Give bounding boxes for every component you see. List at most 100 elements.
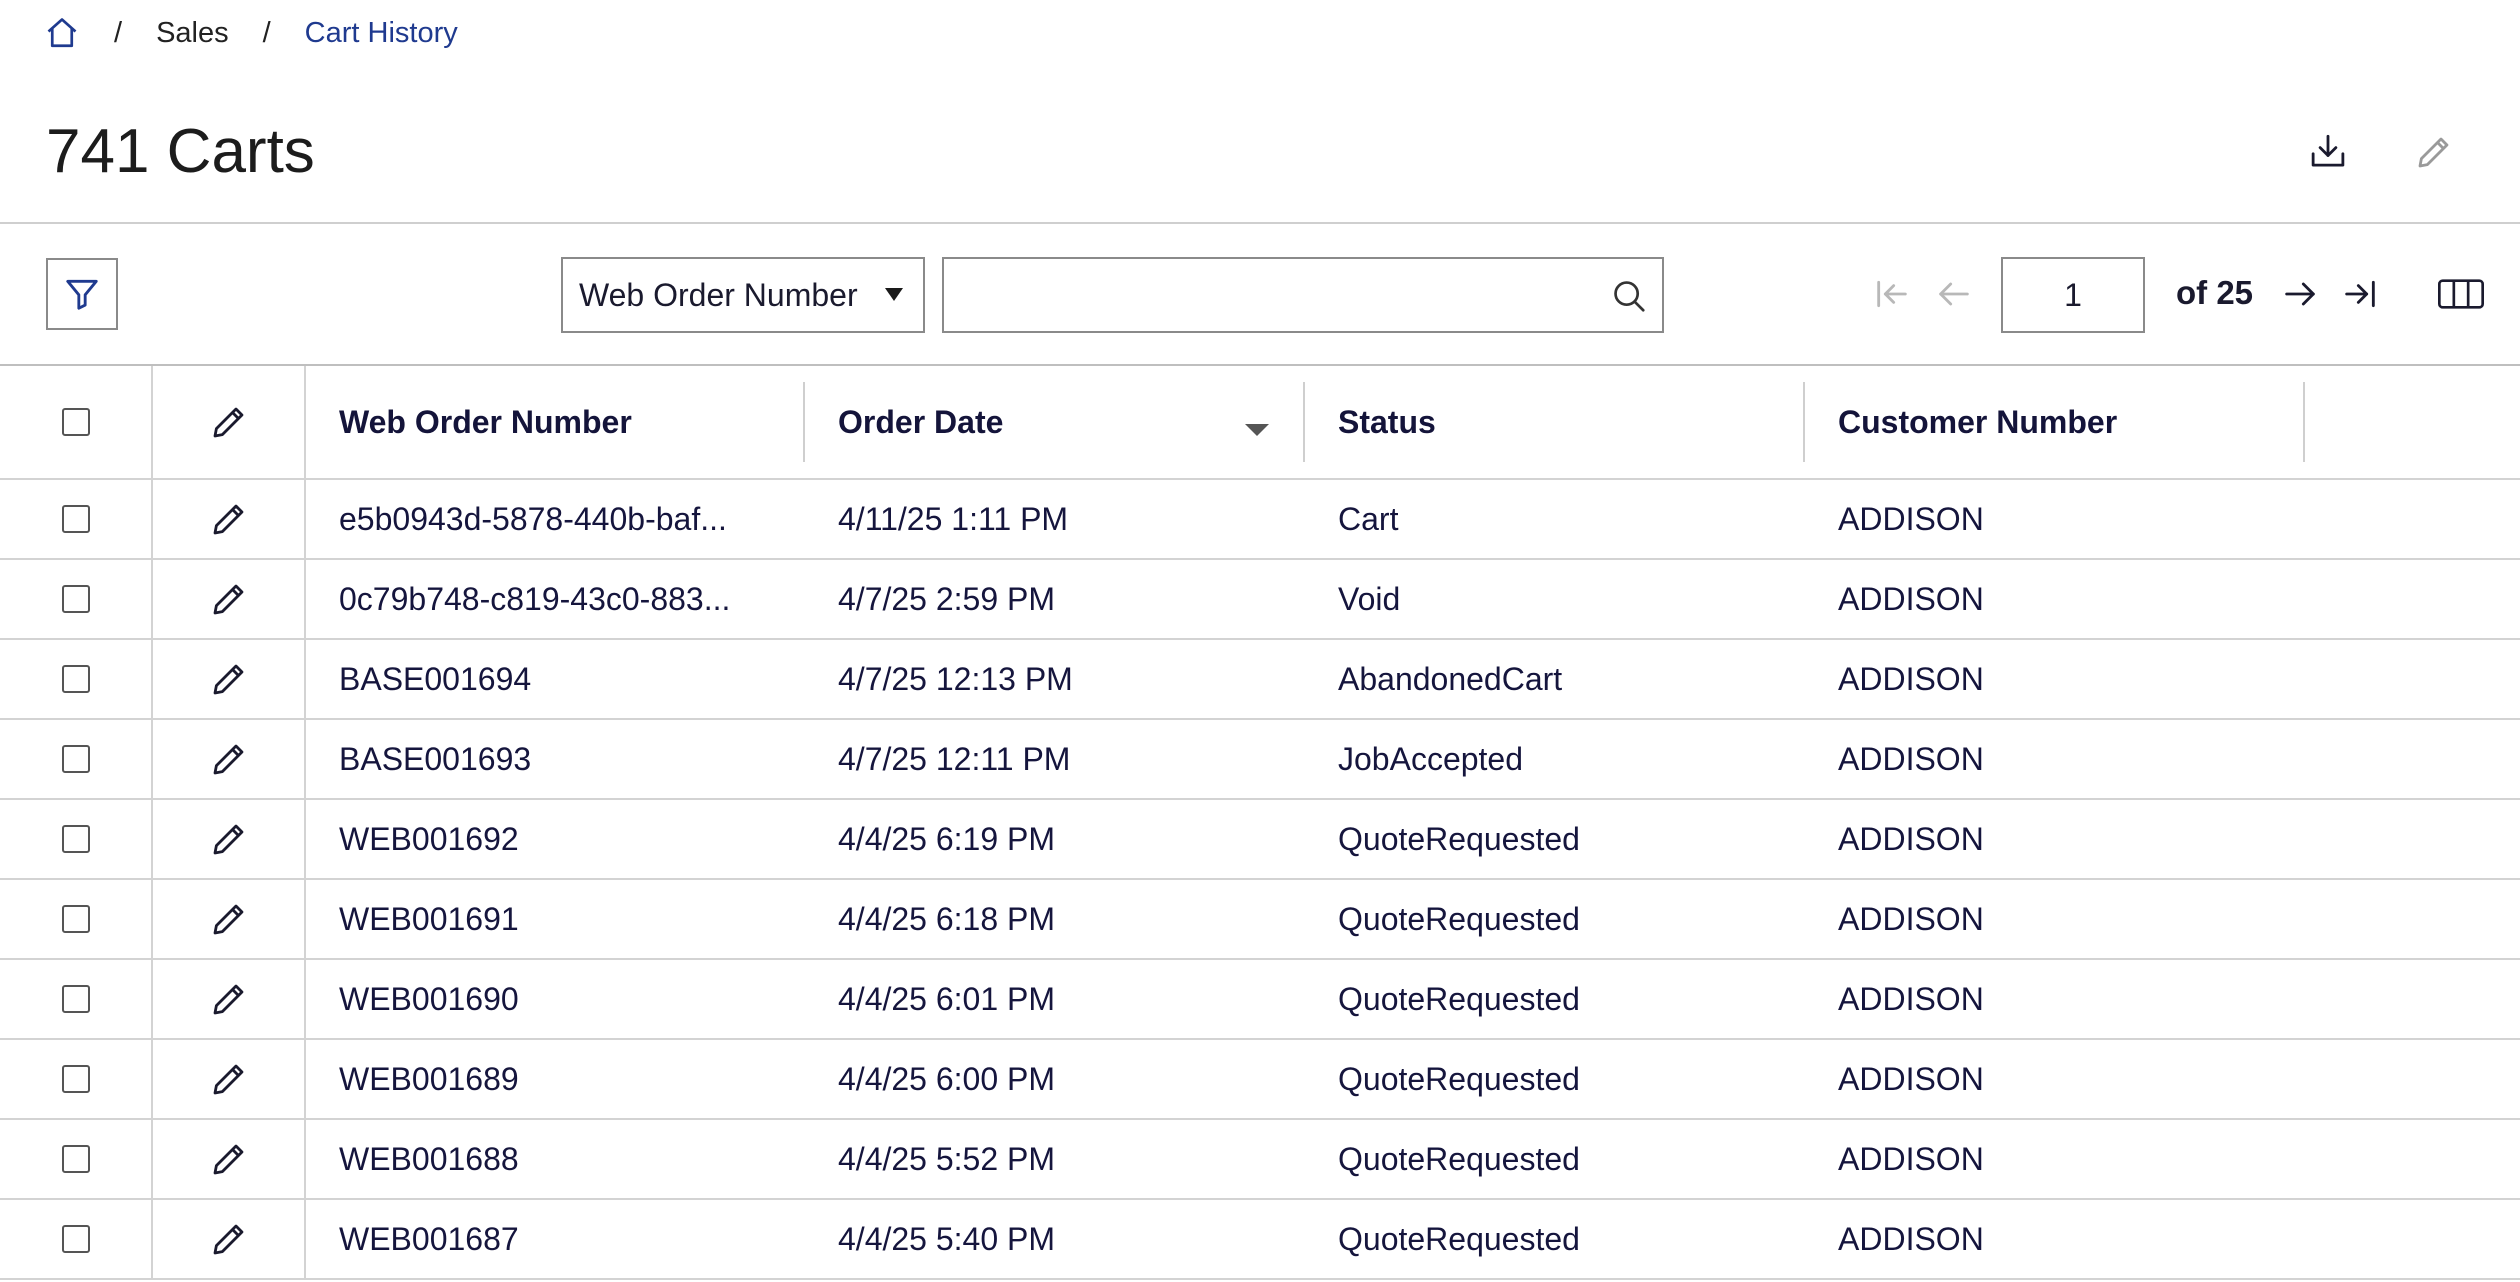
- page-title: 741 Carts: [46, 117, 315, 186]
- cell-empty: [2305, 879, 2520, 960]
- row-edit-cell: [152, 639, 306, 720]
- cell-status: QuoteRequested: [1305, 1119, 1805, 1200]
- table-header-row: Web Order Number Order Date Status Custo…: [0, 366, 2520, 480]
- breadcrumb-item-cart-history[interactable]: Cart History: [305, 17, 458, 50]
- search-field-selected: Web Order Number: [579, 276, 858, 313]
- filter-icon: [66, 279, 98, 310]
- caret-down-icon: [885, 288, 903, 301]
- row-edit-button[interactable]: [153, 720, 303, 797]
- row-checkbox[interactable]: [61, 1065, 90, 1093]
- first-page-icon: [1877, 280, 1907, 308]
- edit-icon: [213, 504, 243, 535]
- breadcrumb-separator: /: [114, 16, 123, 49]
- cell-web-order-number[interactable]: BASE001693: [305, 719, 805, 800]
- search-field-select[interactable]: Web Order Number: [561, 257, 925, 333]
- table-row[interactable]: 0c79b748-c819-43c0-883... 4/7/25 2:59 PM V…: [0, 559, 2520, 640]
- table-row[interactable]: WEB001690 4/4/25 6:01 PM QuoteRequested ADD…: [0, 959, 2520, 1040]
- edit-icon: [213, 584, 243, 615]
- cell-order-date: 4/4/25 5:40 PM: [805, 1199, 1305, 1280]
- column-header-order-date[interactable]: Order Date: [805, 366, 1305, 480]
- cell-web-order-number[interactable]: WEB001691: [305, 879, 805, 960]
- cell-web-order-number[interactable]: 0c79b748-c819-43c0-883...: [305, 559, 805, 640]
- row-edit-button[interactable]: [153, 560, 303, 637]
- previous-page-button[interactable]: [1934, 274, 1974, 314]
- table-row[interactable]: e5b0943d-5878-440b-baf... 4/11/25 1:11 PM…: [0, 479, 2520, 560]
- row-checkbox[interactable]: [61, 585, 90, 613]
- cell-status: JobAccepted: [1305, 719, 1805, 800]
- row-checkbox[interactable]: [61, 1145, 90, 1173]
- search-input[interactable]: [958, 259, 1582, 331]
- filter-button[interactable]: [46, 258, 118, 330]
- column-header-web-order-number[interactable]: Web Order Number: [305, 366, 805, 480]
- table-row[interactable]: WEB001687 4/4/25 5:40 PM QuoteRequested ADD…: [0, 1199, 2520, 1280]
- cell-customer-number: ADDISON: [1805, 879, 2305, 960]
- cell-empty: [2305, 639, 2520, 720]
- cell-order-date: 4/4/25 6:00 PM: [805, 1039, 1305, 1120]
- row-checkbox[interactable]: [61, 985, 90, 1013]
- cell-web-order-number[interactable]: WEB001690: [305, 959, 805, 1040]
- row-select-cell: [0, 959, 153, 1040]
- row-select-cell: [0, 799, 153, 880]
- column-header-empty: [2305, 366, 2520, 480]
- row-edit-button[interactable]: [153, 480, 303, 557]
- select-all-checkbox[interactable]: [61, 408, 90, 436]
- row-edit-button[interactable]: [153, 1040, 303, 1117]
- edit-icon: [213, 1144, 243, 1175]
- row-edit-cell: [152, 799, 306, 880]
- row-checkbox[interactable]: [61, 665, 90, 693]
- table-row[interactable]: WEB001691 4/4/25 6:18 PM QuoteRequested ADD…: [0, 879, 2520, 960]
- row-checkbox[interactable]: [61, 905, 90, 933]
- row-edit-button[interactable]: [153, 1200, 303, 1277]
- row-edit-cell: [152, 559, 306, 640]
- next-page-button[interactable]: [2280, 274, 2320, 314]
- table-row[interactable]: WEB001692 4/4/25 6:19 PM QuoteRequested ADD…: [0, 799, 2520, 880]
- column-header-status[interactable]: Status: [1305, 366, 1805, 480]
- row-checkbox[interactable]: [61, 1225, 90, 1253]
- cell-web-order-number[interactable]: WEB001692: [305, 799, 805, 880]
- row-select-cell: [0, 639, 153, 720]
- table-row[interactable]: WEB001688 4/4/25 5:52 PM QuoteRequested ADD…: [0, 1119, 2520, 1200]
- cell-empty: [2305, 559, 2520, 640]
- cell-web-order-number[interactable]: WEB001687: [305, 1199, 805, 1280]
- carts-table: Web Order Number Order Date Status Custo…: [0, 366, 2520, 1280]
- cell-order-date: 4/4/25 6:19 PM: [805, 799, 1305, 880]
- row-edit-cell: [152, 959, 306, 1040]
- row-checkbox[interactable]: [61, 825, 90, 853]
- page-total-count: 25: [2216, 274, 2254, 311]
- row-edit-button[interactable]: [153, 880, 303, 957]
- table-row[interactable]: BASE001693 4/7/25 12:11 PM JobAccepted ADDI…: [0, 719, 2520, 800]
- cell-empty: [2305, 1039, 2520, 1120]
- edit-header-button[interactable]: [2408, 126, 2460, 178]
- breadcrumb-item-sales[interactable]: Sales: [156, 17, 229, 50]
- cell-status: QuoteRequested: [1305, 959, 1805, 1040]
- row-edit-cell: [152, 719, 306, 800]
- row-edit-button[interactable]: [153, 640, 303, 717]
- cell-web-order-number[interactable]: BASE001694: [305, 639, 805, 720]
- columns-button[interactable]: [2436, 274, 2486, 314]
- last-page-icon: [2345, 280, 2375, 308]
- table-row[interactable]: WEB001689 4/4/25 6:00 PM QuoteRequested ADD…: [0, 1039, 2520, 1120]
- cell-empty: [2305, 719, 2520, 800]
- row-edit-button[interactable]: [153, 800, 303, 877]
- row-checkbox[interactable]: [61, 745, 90, 773]
- table-row[interactable]: BASE001694 4/7/25 12:13 PM AbandonedCart AD…: [0, 639, 2520, 720]
- cell-customer-number: ADDISON: [1805, 559, 2305, 640]
- cell-status: QuoteRequested: [1305, 1039, 1805, 1120]
- cell-web-order-number[interactable]: e5b0943d-5878-440b-baf...: [305, 479, 805, 560]
- cell-empty: [2305, 1119, 2520, 1200]
- cell-web-order-number[interactable]: WEB001689: [305, 1039, 805, 1120]
- search-icon[interactable]: [1610, 277, 1648, 315]
- row-checkbox[interactable]: [61, 505, 90, 533]
- download-button[interactable]: [2302, 126, 2354, 178]
- row-edit-button[interactable]: [153, 1120, 303, 1197]
- home-icon[interactable]: [44, 15, 80, 51]
- search-box: [942, 257, 1664, 333]
- first-page-button[interactable]: [1872, 274, 1912, 314]
- sort-descending-icon[interactable]: [1245, 424, 1269, 436]
- page-number-input[interactable]: [2001, 257, 2145, 333]
- row-edit-button[interactable]: [153, 960, 303, 1037]
- edit-icon: [213, 1224, 243, 1255]
- cell-web-order-number[interactable]: WEB001688: [305, 1119, 805, 1200]
- last-page-button[interactable]: [2340, 274, 2380, 314]
- column-header-customer-number[interactable]: Customer Number: [1805, 366, 2305, 480]
